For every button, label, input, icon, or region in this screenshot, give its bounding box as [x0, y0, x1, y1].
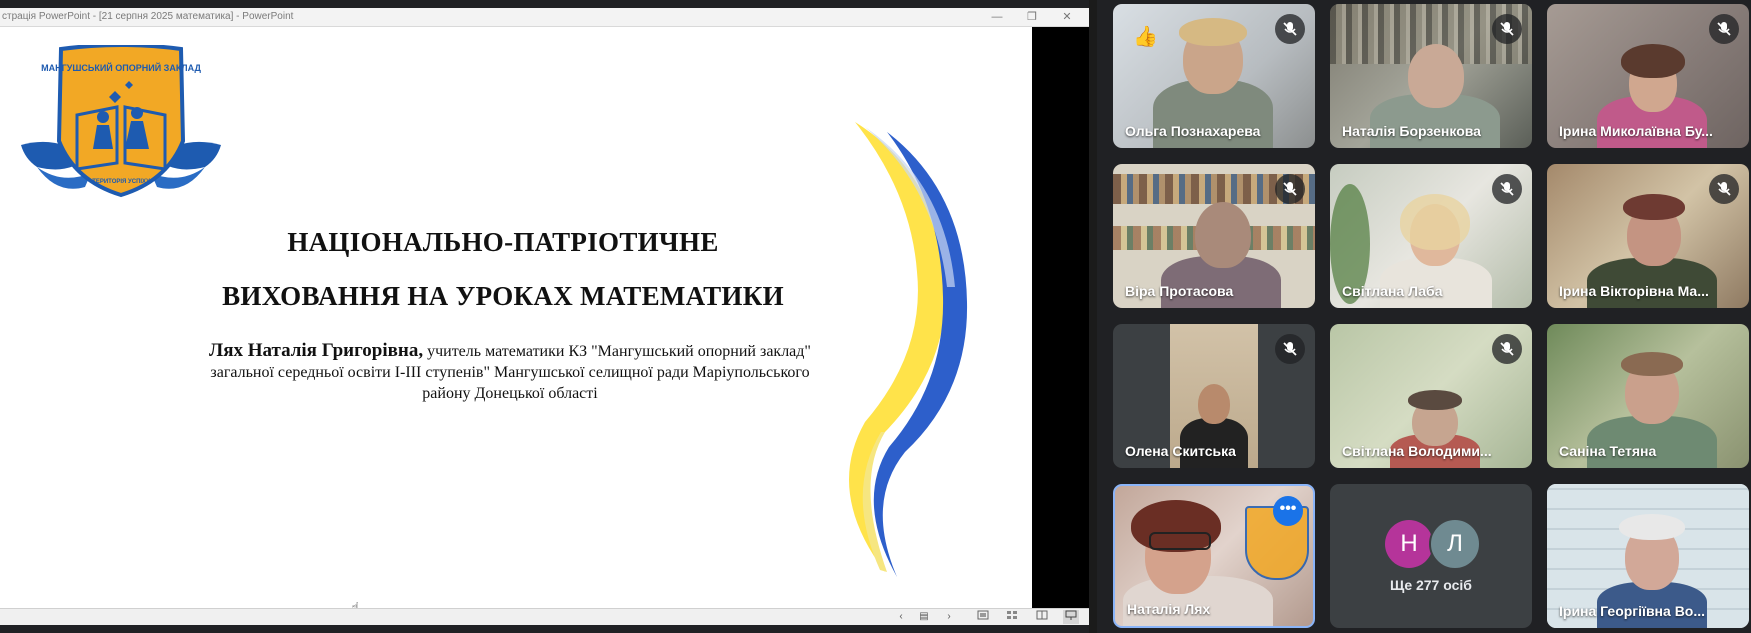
ppt-title-bar: страція PowerPoint - [21 серпня 2025 мат…: [0, 8, 1089, 27]
ppt-status-bar: ‹ ▤ ›: [0, 608, 1089, 625]
slide-side-margin: [1032, 27, 1089, 608]
participant-tile[interactable]: Ірина Георгіївна Во...: [1547, 484, 1749, 628]
school-logo: МАНГУШСЬКИЙ ОПОРНИЙ ЗАКЛАД ТЕРИТОРІЯ УСП…: [21, 45, 221, 198]
participant-name: Ірина Вікторівна Ма...: [1559, 283, 1709, 299]
participant-tile[interactable]: Ірина Вікторівна Ма...: [1547, 164, 1749, 308]
participant-name: Віра Протасова: [1125, 283, 1234, 299]
muted-mic-icon: [1709, 14, 1739, 44]
muted-mic-icon: [1709, 174, 1739, 204]
speaking-indicator-icon: •••: [1273, 496, 1303, 526]
participant-name: Олена Скитська: [1125, 443, 1236, 459]
logo-top-text: МАНГУШСЬКИЙ ОПОРНИЙ ЗАКЛАД: [41, 62, 201, 73]
minimize-button[interactable]: —: [986, 9, 1008, 25]
participant-tile[interactable]: Наталія Борзенкова: [1330, 4, 1532, 148]
reading-view-icon[interactable]: [1034, 610, 1050, 624]
restore-button[interactable]: ❐: [1021, 9, 1043, 25]
participant-name: Ірина Миколаївна Бу...: [1559, 123, 1713, 139]
close-button[interactable]: ✕: [1056, 9, 1078, 25]
svg-text:ТЕРИТОРІЯ УСПІХУ: ТЕРИТОРІЯ УСПІХУ: [92, 179, 150, 185]
participant-tile[interactable]: Олена Скитська: [1113, 324, 1315, 468]
muted-mic-icon: [1492, 174, 1522, 204]
participant-name: Світлана Володими...: [1342, 443, 1492, 459]
muted-mic-icon: [1275, 334, 1305, 364]
slide-menu-button[interactable]: ▤: [916, 610, 932, 624]
slide-canvas: МАНГУШСЬКИЙ ОПОРНИЙ ЗАКЛАД ТЕРИТОРІЯ УСП…: [0, 27, 1032, 608]
participant-name: Наталія Лях: [1127, 601, 1211, 617]
participant-tile[interactable]: 👍 Ольга Познахарева: [1113, 4, 1315, 148]
normal-view-icon[interactable]: [975, 610, 991, 624]
author-name: Лях Наталія Григорівна,: [209, 340, 424, 361]
participant-name: Саніна Тетяна: [1559, 443, 1657, 459]
participant-tile[interactable]: Світлана Володими...: [1330, 324, 1532, 468]
avatar: Л: [1429, 518, 1481, 570]
powerpoint-window: страція PowerPoint - [21 серпня 2025 мат…: [0, 8, 1089, 625]
participant-tile-active-speaker[interactable]: ••• Наталія Лях: [1113, 484, 1315, 628]
participant-tile[interactable]: Віра Протасова: [1113, 164, 1315, 308]
previous-slide-button[interactable]: ‹: [893, 610, 909, 624]
muted-mic-icon: [1275, 174, 1305, 204]
participant-name: Ірина Георгіївна Во...: [1559, 603, 1706, 619]
logo-bottom-text: ТЕРИТОРІЯ УСПІХУ: [92, 179, 150, 185]
muted-mic-icon: [1492, 334, 1522, 364]
participant-tile[interactable]: Саніна Тетяна: [1547, 324, 1749, 468]
more-participants-label: Ще 277 осіб: [1390, 577, 1472, 593]
slide-title-line-1: НАЦІОНАЛЬНО-ПАТРІОТИЧНЕ: [287, 227, 719, 257]
hand-cursor-icon: ☝: [351, 599, 360, 608]
muted-mic-icon: [1275, 14, 1305, 44]
split-divider: [1089, 0, 1097, 633]
participant-tile[interactable]: Ірина Миколаївна Бу...: [1547, 4, 1749, 148]
muted-mic-icon: [1492, 14, 1522, 44]
participant-name: Ольга Познахарева: [1125, 123, 1261, 139]
participant-name: Світлана Лаба: [1342, 283, 1443, 299]
slide-sorter-icon[interactable]: [1004, 610, 1020, 624]
svg-text:МАНГУШСЬКИЙ ОПОРНИЙ ЗАКЛАД: МАНГУШСЬКИЙ ОПОРНИЙ ЗАКЛАД: [41, 62, 201, 73]
ppt-window-title: страція PowerPoint - [21 серпня 2025 мат…: [2, 11, 294, 22]
avatar: Н: [1385, 520, 1433, 568]
slide-author-block: Лях Наталія Григорівна, учитель математи…: [190, 340, 830, 404]
participant-name: Наталія Борзенкова: [1342, 123, 1481, 139]
more-participants-tile[interactable]: Н Л Ще 277 осіб: [1330, 484, 1532, 628]
slideshow-view-icon[interactable]: [1063, 610, 1079, 624]
participant-tile[interactable]: Світлана Лаба: [1330, 164, 1532, 308]
ukrainian-ribbon-decoration: [849, 122, 968, 577]
slide-title-line-2: ВИХОВАННЯ НА УРОКАХ МАТЕМАТИКИ: [222, 281, 784, 311]
next-slide-button[interactable]: ›: [941, 610, 957, 624]
thumbs-up-reaction-icon: 👍: [1133, 26, 1158, 48]
